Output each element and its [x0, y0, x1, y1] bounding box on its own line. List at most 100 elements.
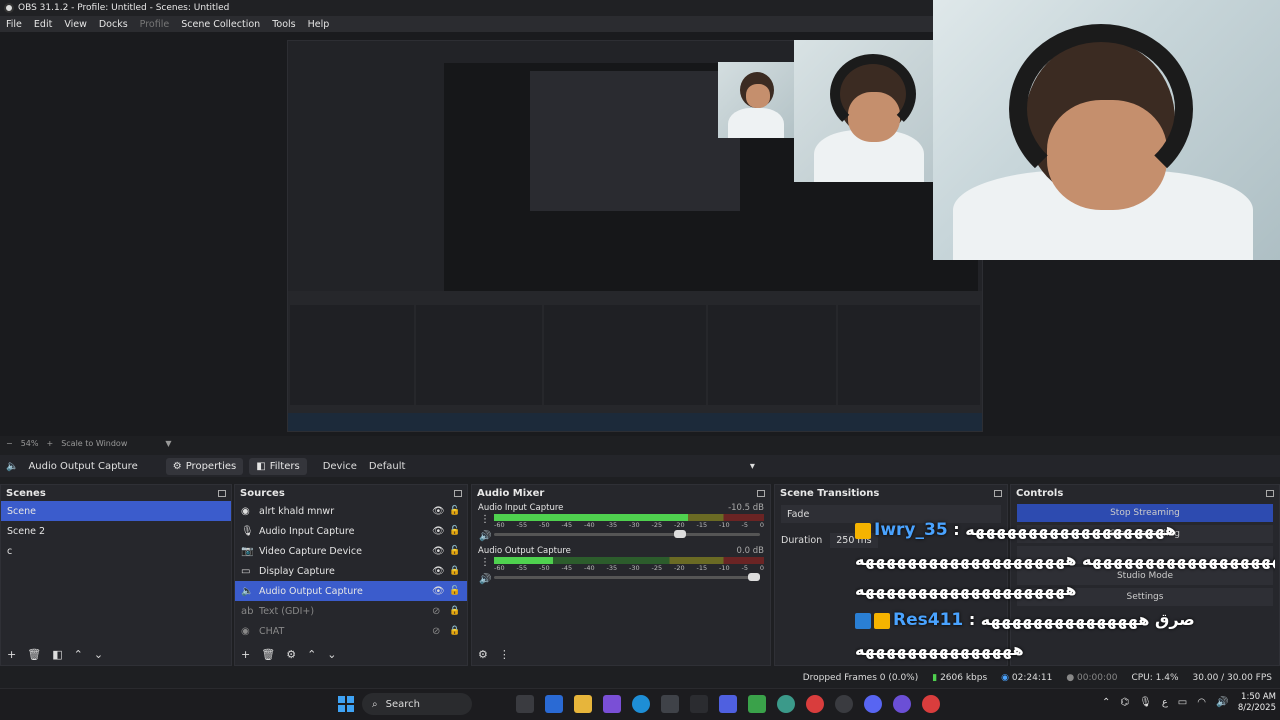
arrow-up-icon[interactable]: ⌃	[74, 648, 83, 661]
kebab-menu-icon[interactable]: ⋮	[480, 514, 490, 525]
store-icon[interactable]	[661, 695, 679, 713]
source-item[interactable]: ◉ alrt khald mnwr 👁 🔓	[235, 501, 467, 521]
eye-icon[interactable]: 👁	[432, 586, 446, 597]
app-icon[interactable]	[777, 695, 795, 713]
gear-icon[interactable]: ⚙	[478, 648, 488, 661]
source-item[interactable]: 🎙 Audio Input Capture 👁 🔓	[235, 521, 467, 541]
undock-icon[interactable]	[454, 489, 462, 497]
scene-item[interactable]: Scene	[1, 501, 231, 521]
edge-icon[interactable]	[632, 695, 650, 713]
trash-icon[interactable]: 🗑	[261, 648, 275, 661]
source-item[interactable]: ◉ CHAT ⊘ 🔒	[235, 621, 467, 641]
menu-docks[interactable]: Docks	[93, 19, 134, 30]
chrome-icon[interactable]	[922, 695, 940, 713]
eye-hidden-icon[interactable]: ⊘	[432, 606, 446, 617]
trash-icon[interactable]: 🗑	[27, 648, 41, 661]
speaker-icon[interactable]: 🔊	[479, 574, 491, 585]
undock-icon[interactable]	[994, 489, 1002, 497]
volume-slider-knob[interactable]	[748, 573, 760, 581]
undock-icon[interactable]	[1266, 489, 1274, 497]
undock-icon[interactable]	[757, 489, 765, 497]
app-icon[interactable]	[545, 695, 563, 713]
chrome-icon[interactable]	[806, 695, 824, 713]
app-icon[interactable]	[719, 695, 737, 713]
eye-icon[interactable]: 👁	[432, 506, 446, 517]
volume-slider[interactable]	[494, 530, 760, 538]
filters-button[interactable]: ◧ Filters	[249, 457, 307, 475]
task-view-icon[interactable]	[516, 695, 534, 713]
volume-slider[interactable]	[494, 573, 760, 581]
sources-title: Sources	[240, 487, 285, 499]
lock-icon[interactable]: 🔓	[449, 586, 461, 596]
kebab-menu-icon[interactable]: ⋮	[480, 557, 490, 568]
source-item[interactable]: ▭ Display Capture 👁 🔒	[235, 561, 467, 581]
file-explorer-icon[interactable]	[574, 695, 592, 713]
controls-header: Controls	[1011, 485, 1279, 501]
status-bar: Dropped Frames 0 (0.0%) ▮ 2606 kbps ◉ 02…	[0, 668, 1280, 688]
menu-help[interactable]: Help	[302, 19, 336, 30]
kebab-menu-icon[interactable]: ⋮	[499, 648, 510, 661]
zoom-mode-dropdown-icon[interactable]: ▼	[165, 439, 171, 448]
chevron-up-icon[interactable]: ⌃	[1102, 697, 1110, 708]
taskbar-clock[interactable]: 1:50 AM 8/2/2025	[1228, 692, 1276, 714]
source-item[interactable]: ab Text (GDI+) ⊘ 🔒	[235, 601, 467, 621]
chat-text-continued: هههههههههههههههه	[855, 640, 1024, 659]
lock-icon[interactable]: 🔓	[449, 506, 461, 516]
volume-slider-knob[interactable]	[673, 530, 686, 538]
lock-icon[interactable]: 🔓	[449, 526, 461, 536]
search-label: Search	[385, 698, 420, 710]
eye-icon[interactable]: 👁	[432, 566, 446, 577]
add-icon[interactable]: +	[7, 648, 16, 661]
menu-scene-collection[interactable]: Scene Collection	[175, 19, 266, 30]
gear-icon[interactable]: ⚙	[286, 648, 296, 661]
windows-start-icon[interactable]	[338, 696, 354, 712]
eye-hidden-icon[interactable]: ⊘	[432, 626, 446, 637]
arrow-down-icon[interactable]: ⌄	[327, 648, 336, 661]
copilot-icon[interactable]	[603, 695, 621, 713]
taskbar-search[interactable]: ⌕ Search	[362, 693, 472, 715]
menu-view[interactable]: View	[58, 19, 93, 30]
obs-taskbar-icon[interactable]	[835, 695, 853, 713]
source-item-selected[interactable]: 🔈 Audio Output Capture 👁 🔓	[235, 581, 467, 601]
zoom-mode[interactable]: Scale to Window	[61, 439, 127, 448]
menu-tools[interactable]: Tools	[266, 19, 301, 30]
undock-icon[interactable]	[218, 489, 226, 497]
language-icon[interactable]: ع	[1162, 697, 1168, 708]
discord-icon[interactable]	[864, 695, 882, 713]
speaker-icon[interactable]: 🔊	[479, 531, 491, 542]
wifi-icon[interactable]: ◠	[1197, 697, 1206, 708]
mic-icon[interactable]: 🎙	[1139, 697, 1152, 708]
app-icon[interactable]	[893, 695, 911, 713]
lock-icon[interactable]: 🔒	[449, 566, 461, 576]
zoom-out-button[interactable]: −	[6, 439, 13, 448]
sources-header: Sources	[235, 485, 467, 501]
source-name: CHAT	[259, 625, 285, 637]
eye-icon[interactable]: 👁	[432, 546, 446, 557]
filter-icon[interactable]: ◧	[52, 648, 62, 661]
scene-item[interactable]: Scene 2	[1, 521, 231, 541]
network-icon[interactable]: ⌬	[1120, 697, 1129, 708]
source-item[interactable]: 📷 Video Capture Device 👁 🔓	[235, 541, 467, 561]
zoom-in-button[interactable]: +	[46, 439, 53, 448]
gear-icon: ⚙	[172, 460, 182, 472]
device-select[interactable]: Default ▾	[362, 457, 761, 475]
eye-icon[interactable]: 👁	[432, 526, 446, 537]
scenes-header: Scenes	[1, 485, 231, 501]
menu-file[interactable]: File	[0, 19, 28, 30]
menu-profile[interactable]: Profile	[134, 19, 176, 30]
lock-icon[interactable]: 🔒	[449, 626, 461, 636]
arrow-down-icon[interactable]: ⌄	[94, 648, 103, 661]
add-icon[interactable]: +	[241, 648, 250, 661]
arrow-up-icon[interactable]: ⌃	[307, 648, 316, 661]
lock-icon[interactable]: 🔓	[449, 546, 461, 556]
scene-item[interactable]: c	[1, 541, 231, 561]
volume-icon[interactable]: 🔊	[1216, 697, 1228, 708]
tick-label: -5	[741, 564, 748, 572]
properties-button[interactable]: ⚙ Properties	[165, 457, 244, 475]
minecraft-icon[interactable]	[748, 695, 766, 713]
display-icon[interactable]: ▭	[1178, 697, 1187, 708]
menu-edit[interactable]: Edit	[28, 19, 58, 30]
monitor-icon: ▭	[241, 565, 251, 577]
lock-icon[interactable]: 🔒	[449, 606, 461, 616]
app-icon[interactable]	[690, 695, 708, 713]
